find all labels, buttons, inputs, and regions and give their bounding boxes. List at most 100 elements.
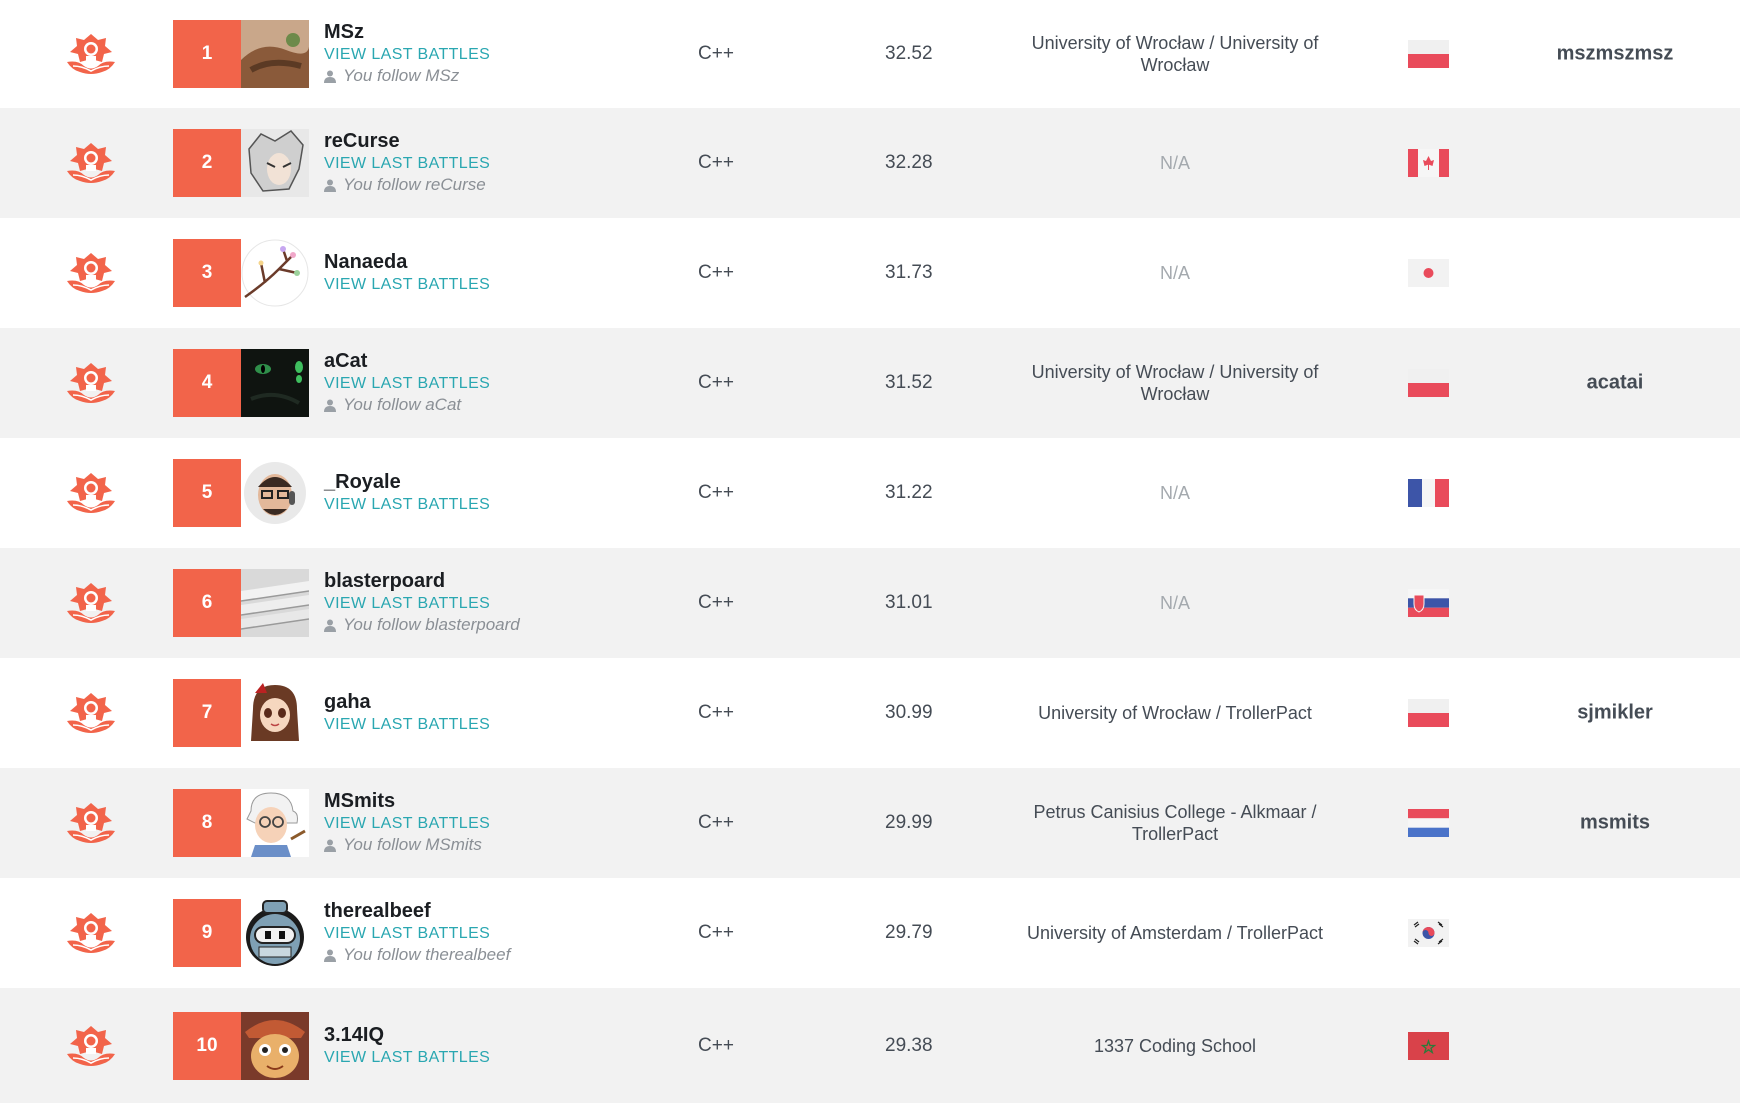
score: 31.73 (885, 262, 933, 283)
language: C++ (698, 812, 734, 833)
language: C++ (698, 1034, 734, 1056)
user-icon (324, 70, 336, 83)
avatar[interactable] (241, 899, 309, 967)
school: N/A (1159, 593, 1190, 613)
player-info: aCat VIEW LAST BATTLES You follow aCat (324, 350, 490, 416)
view-last-battles-link[interactable]: VIEW LAST BATTLES (324, 714, 490, 735)
view-last-battles-link[interactable]: VIEW LAST BATTLES (324, 923, 510, 944)
view-last-battles-link[interactable]: VIEW LAST BATTLES (324, 1047, 490, 1068)
rank-badge: 2 (173, 129, 241, 197)
rank-badge: 6 (173, 569, 241, 637)
canada-flag-icon (1408, 149, 1449, 177)
company: acatai (1586, 371, 1644, 394)
school: Petrus Canisius College - Alkmaar / Trol… (1033, 802, 1317, 844)
avatar[interactable] (241, 569, 309, 637)
follow-status: You follow MSmits (324, 834, 490, 856)
school: University of Wrocław / University of Wr… (1031, 33, 1319, 75)
avatar[interactable] (241, 679, 309, 747)
player-name[interactable]: MSz (324, 21, 490, 44)
poland-flag-icon (1408, 40, 1449, 68)
player-name[interactable]: aCat (324, 350, 490, 373)
legend-league-icon (64, 1024, 118, 1068)
score: 32.28 (885, 152, 933, 173)
user-icon (324, 179, 336, 192)
follow-text: You follow MSz (343, 66, 460, 85)
score: 31.52 (885, 372, 933, 393)
player-info: _Royale VIEW LAST BATTLES (324, 471, 490, 515)
leaderboard-row: 3 Nanaeda VIEW LAST BATTLES C++ 31.73 N/… (0, 218, 1740, 328)
company: sjmikler (1577, 701, 1653, 724)
language: C++ (698, 592, 734, 613)
avatar[interactable] (241, 129, 309, 197)
player-info: MSz VIEW LAST BATTLES You follow MSz (324, 21, 490, 87)
rank-badge: 1 (173, 20, 241, 88)
netherlands-flag-icon (1408, 809, 1449, 837)
player-info: Nanaeda VIEW LAST BATTLES (324, 251, 490, 295)
language: C++ (698, 152, 734, 173)
follow-text: You follow blasterpoard (343, 615, 520, 634)
score: 31.01 (885, 592, 933, 613)
follow-text: You follow reCurse (343, 175, 486, 194)
score: 29.99 (885, 812, 933, 833)
player-info: therealbeef VIEW LAST BATTLES You follow… (324, 900, 510, 966)
school: University of Amsterdam / TrollerPact (1026, 923, 1324, 943)
player-name[interactable]: reCurse (324, 130, 490, 153)
view-last-battles-link[interactable]: VIEW LAST BATTLES (324, 593, 520, 614)
legend-league-icon (64, 141, 118, 185)
player-name[interactable]: gaha (324, 691, 490, 714)
score: 30.99 (885, 702, 933, 723)
rank-badge: 7 (173, 679, 241, 747)
legend-league-icon (64, 32, 118, 76)
player-info: reCurse VIEW LAST BATTLES You follow reC… (324, 130, 490, 196)
france-flag-icon (1408, 479, 1449, 507)
user-icon (324, 839, 336, 852)
follow-status: You follow reCurse (324, 174, 490, 196)
language: C++ (698, 702, 734, 723)
follow-text: You follow aCat (343, 395, 462, 414)
avatar[interactable] (241, 20, 309, 88)
leaderboard-row: 7 gaha VIEW LAST BATTLES C++ 30.99 Unive… (0, 658, 1740, 768)
language: C++ (698, 372, 734, 393)
score: 32.52 (885, 43, 933, 64)
player-name[interactable]: Nanaeda (324, 251, 490, 274)
school: N/A (1159, 263, 1190, 283)
view-last-battles-link[interactable]: VIEW LAST BATTLES (324, 44, 490, 65)
avatar[interactable] (241, 1011, 309, 1080)
language: C++ (698, 262, 734, 283)
avatar[interactable] (241, 349, 309, 417)
view-last-battles-link[interactable]: VIEW LAST BATTLES (324, 494, 490, 515)
rank-badge: 4 (173, 349, 241, 417)
avatar[interactable] (241, 239, 309, 307)
school: 1337 Coding School (1093, 1035, 1257, 1056)
follow-text: You follow MSmits (343, 835, 482, 854)
follow-status: You follow MSz (324, 65, 490, 87)
player-info: MSmits VIEW LAST BATTLES You follow MSmi… (324, 790, 490, 856)
user-icon (324, 619, 336, 632)
leaderboard-row: 5 _Royale VIEW LAST BATTLES C++ 31.22 N/… (0, 438, 1740, 548)
player-name[interactable]: therealbeef (324, 900, 510, 923)
player-name[interactable]: blasterpoard (324, 570, 520, 593)
follow-status: You follow blasterpoard (324, 614, 520, 636)
player-info: 3.14IQ VIEW LAST BATTLES (324, 1024, 490, 1068)
view-last-battles-link[interactable]: VIEW LAST BATTLES (324, 813, 490, 834)
view-last-battles-link[interactable]: VIEW LAST BATTLES (324, 373, 490, 394)
leaderboard-row: 1 MSz VIEW LAST BATTLES You follow MSz C… (0, 0, 1740, 108)
morocco-flag-icon (1408, 1031, 1449, 1060)
player-name[interactable]: MSmits (324, 790, 490, 813)
follow-status: You follow therealbeef (324, 944, 510, 966)
view-last-battles-link[interactable]: VIEW LAST BATTLES (324, 153, 490, 174)
avatar[interactable] (241, 789, 309, 857)
rank-badge: 3 (173, 239, 241, 307)
south-korea-flag-icon (1408, 919, 1449, 947)
company: msmits (1579, 811, 1651, 834)
player-name[interactable]: _Royale (324, 471, 490, 494)
language: C++ (698, 922, 734, 943)
japan-flag-icon (1408, 259, 1449, 287)
poland-flag-icon (1408, 369, 1449, 397)
rank-badge: 9 (173, 899, 241, 967)
player-info: gaha VIEW LAST BATTLES (324, 691, 490, 735)
player-name[interactable]: 3.14IQ (324, 1024, 490, 1047)
view-last-battles-link[interactable]: VIEW LAST BATTLES (324, 274, 490, 295)
leaderboard-row: 6 blasterpoard VIEW LAST BATTLES You fol… (0, 548, 1740, 658)
avatar[interactable] (241, 459, 309, 527)
